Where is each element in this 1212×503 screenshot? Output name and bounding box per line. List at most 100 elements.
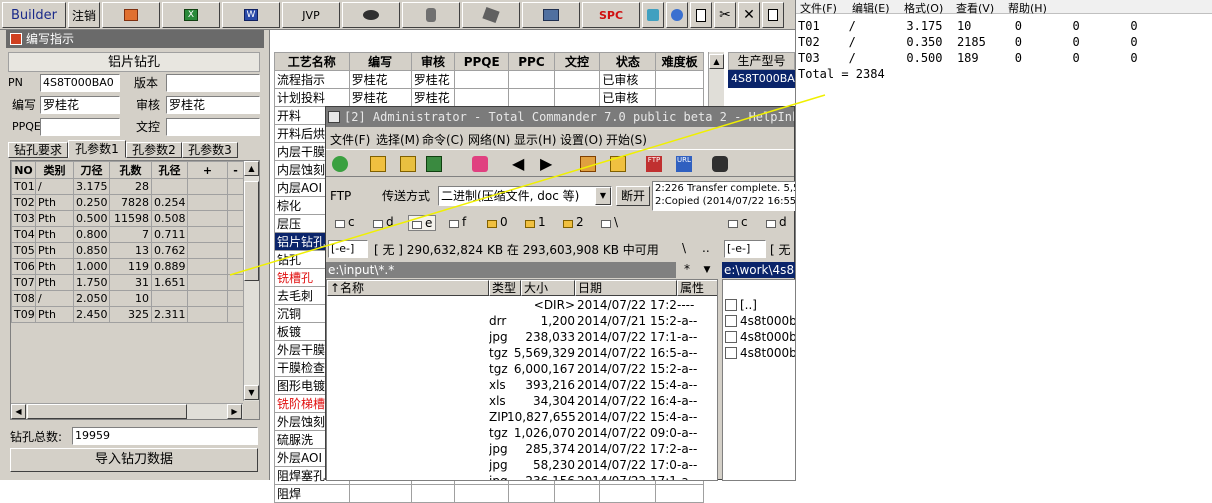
- notepad-text-area[interactable]: T01 / 3.175 10 0 0 0 T02 / 0.350 2185 0 0…: [798, 18, 1138, 82]
- col-no[interactable]: NO: [11, 161, 36, 179]
- notepad-menu-item[interactable]: 编辑(E): [852, 0, 890, 16]
- tc-file-row[interactable]: 3个孔没塞jpg238,0332014/07/22 17:18-a--: [327, 330, 717, 346]
- tc-drive-button[interactable]: e: [408, 215, 437, 231]
- tc-filter-button[interactable]: *: [678, 262, 696, 278]
- process-row[interactable]: 阻焊: [274, 484, 704, 503]
- process-scroll-up-icon[interactable]: ▲: [709, 54, 724, 69]
- tc-refresh-icon[interactable]: [332, 156, 348, 172]
- refresh-icon[interactable]: [642, 2, 664, 28]
- tc-right-drive-select[interactable]: [-e-]: [724, 240, 766, 258]
- tc-right-file-row[interactable]: 4s8t000b: [725, 330, 795, 346]
- scroll-up-arrow-icon[interactable]: ▲: [244, 161, 259, 176]
- new-document-icon[interactable]: [690, 2, 712, 28]
- browser-icon[interactable]: [666, 2, 688, 28]
- tc-left-path[interactable]: e:\input\*.*: [326, 262, 676, 278]
- jvp-button[interactable]: JVP: [282, 2, 340, 28]
- drill-table-row[interactable]: T01/3.175 28: [11, 178, 244, 195]
- import-drill-data-button[interactable]: 导入钻刀数据: [10, 448, 258, 472]
- editor-field[interactable]: 罗桂花: [40, 96, 120, 114]
- wenkong-field[interactable]: [166, 118, 260, 136]
- tc-drive-button[interactable]: c: [332, 215, 358, 229]
- tc-right-file-row[interactable]: [..]: [725, 298, 795, 314]
- pn-field[interactable]: 4S8T000BA0: [40, 74, 120, 92]
- col-hole-count[interactable]: 孔数: [109, 161, 152, 179]
- tc-drive-button[interactable]: d: [370, 215, 397, 229]
- tc-menu-item[interactable]: 网络(N): [468, 131, 510, 148]
- tc-col-type[interactable]: 类型: [489, 280, 521, 296]
- hscroll-thumb[interactable]: [27, 404, 187, 419]
- word-icon[interactable]: W: [222, 2, 280, 28]
- scroll-thumb[interactable]: [244, 181, 259, 281]
- col-process-ppqe[interactable]: PPQE: [454, 52, 510, 71]
- cut-icon[interactable]: ✂: [714, 2, 736, 28]
- drill-table-row[interactable]: T06 Pth 1.000 119 0.889: [11, 258, 244, 275]
- drill-table-row[interactable]: T03 Pth 0.500 11598 0.508: [11, 210, 244, 227]
- tc-right-file-row[interactable]: 4s8t000b: [725, 346, 795, 362]
- tc-right-drive-button[interactable]: d: [766, 215, 787, 229]
- drill-table-row[interactable]: T09 Pth 2.450 325 2.311: [11, 306, 244, 323]
- drill-table-row[interactable]: T08/2.050 10: [11, 290, 244, 307]
- model-header[interactable]: 生产型号: [728, 52, 795, 70]
- tools-icon[interactable]: [462, 2, 520, 28]
- tab-hole-params-2[interactable]: 孔参数2: [126, 142, 182, 158]
- col-process-reviewer[interactable]: 审核: [410, 52, 456, 71]
- excel-icon[interactable]: X: [162, 2, 220, 28]
- tab-hole-params-3[interactable]: 孔参数3: [182, 142, 238, 158]
- tc-file-row[interactable]: t4S8T000BA0ZIP10,827,6552014/07/22 15:47…: [327, 410, 717, 426]
- drill-table-row[interactable]: T07 Pth 1.750 31 1.651: [11, 274, 244, 291]
- tc-drive-button[interactable]: \: [598, 215, 621, 229]
- tc-file-row[interactable]: 槽内的字符删除jpg285,3742014/07/22 17:23-a--: [327, 442, 717, 458]
- tab-drill-requirements[interactable]: 钻孔要求: [8, 142, 68, 158]
- tc-menu-item[interactable]: 文件(F): [330, 131, 370, 148]
- notepad-menu-item[interactable]: 格式(O): [904, 0, 943, 16]
- tc-drive-button[interactable]: 2: [560, 215, 587, 229]
- drill-table-row[interactable]: T05 Pth 0.850 13 0.762: [11, 242, 244, 259]
- drill-table-row[interactable]: T04 Pth 0.800 7 0.711: [11, 226, 244, 243]
- drill-hscrollbar[interactable]: ◀ ▶: [11, 403, 243, 419]
- notepad-menu-item[interactable]: 帮助(H): [1008, 0, 1047, 16]
- process-row[interactable]: 计划投料 罗桂花 罗桂花 已审核: [274, 88, 704, 107]
- tc-history-button[interactable]: ▼: [698, 262, 716, 278]
- reviewer-field[interactable]: 罗桂花: [166, 96, 260, 114]
- ppqe-field[interactable]: [40, 118, 120, 136]
- tc-find-icon[interactable]: [712, 156, 728, 172]
- tc-unpack-icon[interactable]: [610, 156, 626, 172]
- col-process-name[interactable]: 工艺名称: [274, 52, 350, 71]
- process-row[interactable]: 流程指示 罗桂花 罗桂花 已审核: [274, 70, 704, 89]
- tc-root-button[interactable]: \: [682, 241, 694, 259]
- scroll-right-arrow-icon[interactable]: ▶: [227, 404, 242, 419]
- col-tool-dia[interactable]: 刀径: [73, 161, 110, 179]
- database-icon[interactable]: [402, 2, 460, 28]
- tc-transfer-mode-select[interactable]: 二进制(压缩文件, doc 等) ▼: [438, 186, 612, 206]
- tc-menu-item[interactable]: 显示(H): [514, 131, 556, 148]
- tc-right-file-row[interactable]: 4s8t000b: [725, 314, 795, 330]
- tc-col-name[interactable]: ↑名称: [327, 280, 489, 296]
- spc-button[interactable]: SPC: [582, 2, 640, 28]
- eye-icon[interactable]: [342, 2, 400, 28]
- tc-url-icon[interactable]: URL: [676, 156, 692, 172]
- tc-file-row[interactable]: 4s8t0008a0tgz5,569,3292014/07/22 16:55-a…: [327, 346, 717, 362]
- computer-icon[interactable]: [522, 2, 580, 28]
- col-plus[interactable]: +: [187, 161, 228, 179]
- tc-right-path[interactable]: e:\work\4s8: [722, 262, 796, 278]
- tc-back-icon[interactable]: ◀: [512, 154, 524, 173]
- col-process-editor[interactable]: 编写: [348, 52, 412, 71]
- version-field[interactable]: [166, 74, 260, 92]
- tc-menu-item[interactable]: 设置(O): [560, 131, 603, 148]
- tc-file-row[interactable]: [..]<DIR>2014/07/22 17:29----: [327, 298, 717, 314]
- tc-right-drive-button[interactable]: c: [728, 215, 748, 229]
- tc-file-row[interactable]: y4s8t000btgz1,026,0702014/07/22 09:07-a-…: [327, 426, 717, 442]
- tc-col-attr[interactable]: 属性: [677, 280, 717, 296]
- notepad-menu-item[interactable]: 文件(F): [800, 0, 837, 16]
- tc-thumbnail-icon[interactable]: [426, 156, 442, 172]
- tc-file-row[interactable]: 4S8T000BA0-预审指示xls393,2162014/07/22 15:4…: [327, 378, 717, 394]
- tc-file-row[interactable]: 1drr1,2002014/07/21 15:26-a--: [327, 314, 717, 330]
- col-process-status[interactable]: 状态: [599, 52, 657, 71]
- tc-disconnect-button[interactable]: 断开: [616, 186, 650, 206]
- tc-menu-item[interactable]: 开始(S): [606, 131, 647, 148]
- tc-menu-item[interactable]: 选择(M): [376, 131, 420, 148]
- total-holes-field[interactable]: 19959: [72, 427, 258, 445]
- tc-drive-button[interactable]: 1: [522, 215, 549, 229]
- powerpoint-icon[interactable]: [102, 2, 160, 28]
- drill-vscrollbar[interactable]: ▲ ▼: [243, 161, 259, 401]
